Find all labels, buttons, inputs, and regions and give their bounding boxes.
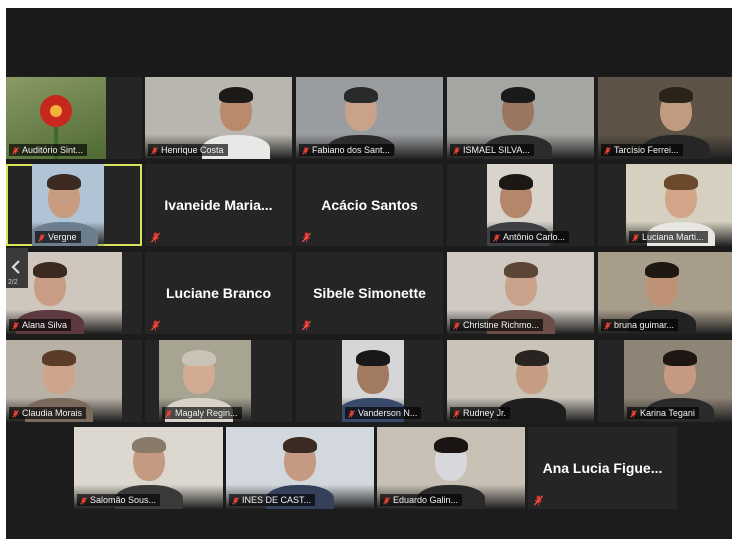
microphone-muted-icon [348,409,355,418]
participant-tile-claudia-morais[interactable]: Claudia Morais [6,340,142,422]
participant-tile-auditorio-sint[interactable]: Auditório Sint... [6,77,142,159]
participant-name-label: INES DE CAST... [229,494,316,506]
participant-tile-vergne[interactable]: Vergne [6,164,142,246]
microphone-muted-icon [302,230,311,243]
participant-tile-luciana-marti[interactable]: Luciana Marti... [598,164,732,246]
microphone-muted-icon [302,146,309,155]
participant-tile-vanderson-n[interactable]: Vanderson N... [296,340,443,422]
participant-tile-acacio-santos[interactable]: Acácio Santos [296,164,443,246]
participant-name-label: Antônio Carlo... [490,231,570,243]
participant-tile-ismael-silva[interactable]: ISMAEL SILVA... [447,77,594,159]
participant-name: Vergne [48,232,77,242]
participant-tile-rudney-jr[interactable]: Rudney Jr. [447,340,594,422]
participant-name-label: Vergne [35,231,81,243]
participant-name: ISMAEL SILVA... [463,145,530,155]
microphone-muted-icon [604,146,611,155]
participant-name: Henrique Costa [161,145,224,155]
participant-tile-henrique-costa[interactable]: Henrique Costa [145,77,292,159]
participant-name-label: Salomão Sous... [77,494,161,506]
microphone-muted-icon [12,409,19,418]
participant-name-large: Acácio Santos [321,197,418,213]
participant-name: Luciana Marti... [642,232,704,242]
microphone-muted-icon [302,318,311,331]
previous-page-button[interactable]: 2/2 [6,248,28,288]
participant-tile-ivaneide-maria[interactable]: Ivaneide Maria... [145,164,292,246]
participant-name-label: Claudia Morais [9,407,87,419]
participant-name-label: Rudney Jr. [450,407,511,419]
microphone-muted-icon [151,146,158,155]
microphone-muted-icon [604,321,611,330]
participant-name: bruna guimar... [614,320,675,330]
participant-name-label: Alana Silva [9,319,72,331]
microphone-muted-icon [12,146,19,155]
participant-name-large: Sibele Simonette [313,285,426,301]
participant-name: Eduardo Galin... [393,495,459,505]
microphone-muted-icon [453,409,460,418]
microphone-muted-icon [80,496,87,505]
participant-name: Christine Richmo... [463,320,540,330]
participant-name-label: Tarcísio Ferrei... [601,144,683,156]
microphone-muted-icon [232,496,239,505]
participant-name: Rudney Jr. [463,408,507,418]
participant-name: Karina Tegani [640,408,695,418]
participant-name: Salomão Sous... [90,495,157,505]
top-blank-area [6,8,732,76]
participant-name: Alana Silva [22,320,68,330]
participant-name: INES DE CAST... [242,495,312,505]
participant-tile-fabiano-dos-sant[interactable]: Fabiano dos Sant... [296,77,443,159]
participant-tile-sibele-simonette[interactable]: Sibele Simonette [296,252,443,334]
participant-tile-luciane-branco[interactable]: Luciane Branco [145,252,292,334]
participant-name: Tarcísio Ferrei... [614,145,679,155]
gallery-view: Auditório Sint... Henrique Costa Fabiano d… [6,8,732,539]
participant-name-label: Auditório Sint... [9,144,88,156]
participant-name: Magaly Regin... [175,408,238,418]
microphone-muted-icon [12,321,19,330]
participant-tile-eduardo-galin[interactable]: Eduardo Galin... [377,427,525,509]
participant-name: Fabiano dos Sant... [312,145,391,155]
microphone-muted-icon [453,321,460,330]
participant-name-large: Luciane Branco [165,285,272,301]
participant-tile-ines-de-cast[interactable]: INES DE CAST... [226,427,374,509]
microphone-muted-icon [630,409,637,418]
participant-tile-bruna-guimar[interactable]: bruna guimar... [598,252,732,334]
participant-name: Antônio Carlo... [503,232,566,242]
microphone-muted-icon [534,493,543,506]
participant-tile-karina-tegani[interactable]: Karina Tegani [598,340,732,422]
participant-tile-antonio-carlo[interactable]: Antônio Carlo... [447,164,594,246]
participant-tile-christine-richmo[interactable]: Christine Richmo... [447,252,594,334]
participant-name: Auditório Sint... [22,145,84,155]
participant-name-large: Ana Lucia Figue... [542,460,663,476]
microphone-muted-icon [632,233,639,242]
microphone-muted-icon [493,233,500,242]
microphone-muted-icon [383,496,390,505]
page-indicator: 2/2 [8,279,18,286]
microphone-muted-icon [38,233,45,242]
participant-name-label: Henrique Costa [148,144,228,156]
chevron-left-icon [11,260,20,274]
participant-tile-salomao-sous[interactable]: Salomão Sous... [74,427,223,509]
participant-name-large: Ivaneide Maria... [164,197,273,213]
participant-name: Vanderson N... [358,408,418,418]
participant-name-label: bruna guimar... [601,319,679,331]
microphone-muted-icon [151,318,160,331]
microphone-muted-icon [165,409,172,418]
participant-name-label: Fabiano dos Sant... [299,144,395,156]
participant-tile-tarcisio-ferrei[interactable]: Tarcísio Ferrei... [598,77,732,159]
participant-name-label: Eduardo Galin... [380,494,463,506]
participant-tile-magaly-regin[interactable]: Magaly Regin... [145,340,292,422]
participant-name-label: Vanderson N... [345,407,422,419]
participant-tile-ana-lucia-figue[interactable]: Ana Lucia Figue... [528,427,677,509]
participant-name-label: Christine Richmo... [450,319,544,331]
microphone-muted-icon [151,230,160,243]
participant-name: Claudia Morais [22,408,83,418]
participant-name-label: Luciana Marti... [629,231,708,243]
participant-name-label: Karina Tegani [627,407,699,419]
microphone-muted-icon [453,146,460,155]
participant-name-label: ISMAEL SILVA... [450,144,534,156]
participant-name-label: Magaly Regin... [162,407,242,419]
